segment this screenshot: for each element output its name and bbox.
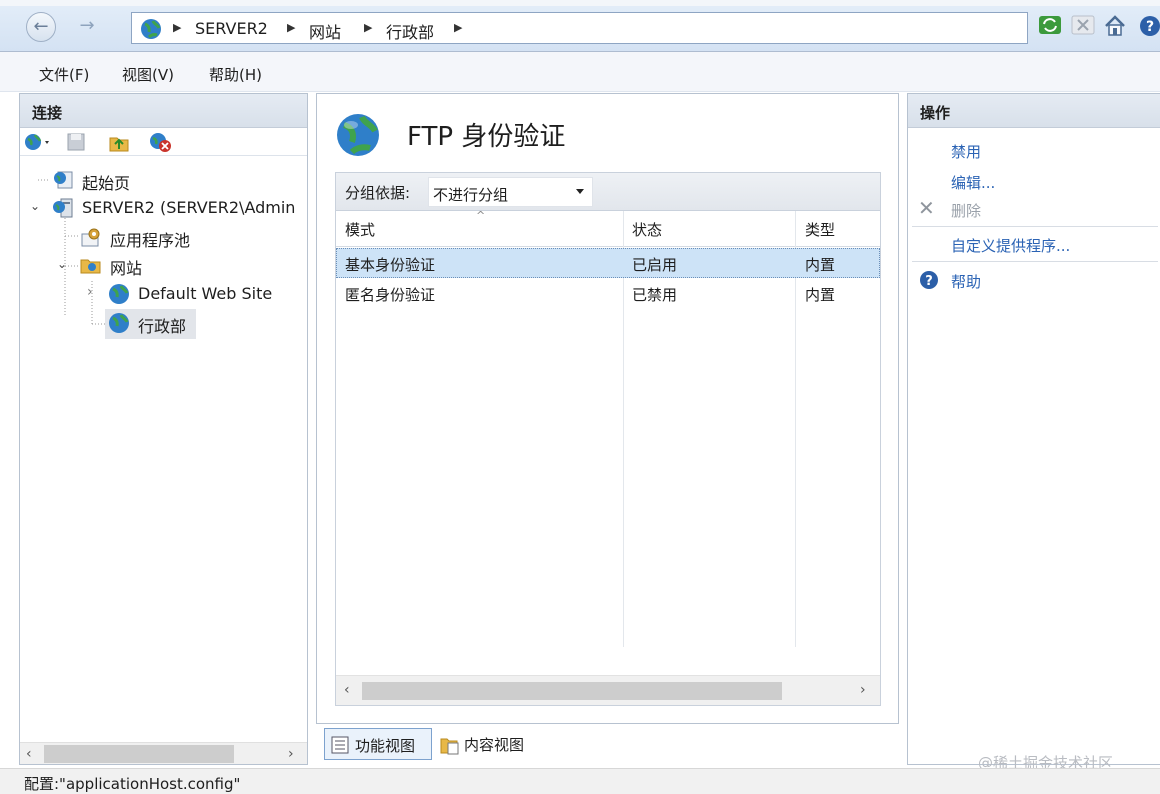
server-icon [52,198,74,222]
status-bar: 配置:"applicationHost.config" [0,768,1160,794]
scroll-left-arrow[interactable]: ‹ [344,682,350,698]
breadcrumb-separator: ▶ [454,21,463,34]
expand-default-site-chevron[interactable]: › [87,284,93,300]
svg-text:?: ? [925,274,933,289]
status-text: 配置:"applicationHost.config" [24,775,241,793]
tab-features-view[interactable]: 功能视图 [324,728,432,760]
help-icon[interactable]: ? [1138,14,1160,38]
tab-features-label: 功能视图 [355,737,416,755]
scroll-thumb[interactable] [362,682,782,700]
group-by-label: 分组依据: [345,184,411,202]
app-pool-icon [80,227,102,251]
group-by-dropdown[interactable]: 不进行分组 [428,177,593,207]
dropdown-caret-icon [576,189,584,194]
action-disable[interactable]: 禁用 [951,141,981,162]
window-top-edge [0,0,1160,6]
sort-caret-icon: ^ [476,209,486,222]
column-headers: ^ 模式 状态 类型 [336,209,880,247]
cell-type: 内置 [805,286,836,304]
tree-item-admin-dept[interactable]: 行政部 [138,313,186,337]
menu-file[interactable]: 文件(F) [39,64,89,85]
delete-x-icon: ✕ [918,196,935,220]
col-status[interactable]: 状态 [632,219,662,240]
menu-bar: 文件(F) 视图(V) 帮助(H) [0,52,1160,92]
view-tabs: 功能视图 内容视图 [316,726,899,764]
breadcrumb-sites[interactable]: 网站 [309,19,341,43]
actions-divider [912,226,1158,227]
svg-text:?: ? [1146,19,1154,35]
cell-type: 内置 [805,256,836,274]
scroll-left-arrow[interactable]: ‹ [26,746,32,762]
tree-item-server[interactable]: SERVER2 (SERVER2\Admin [82,198,295,217]
breadcrumb-separator: ▶ [364,21,373,34]
scroll-right-arrow[interactable]: › [288,746,294,762]
actions-divider [912,261,1158,262]
scroll-right-arrow[interactable]: › [860,682,866,698]
tree-item-app-pools[interactable]: 应用程序池 [110,227,190,251]
default-site-globe-icon [108,283,130,309]
group-by-value: 不进行分组 [433,186,509,204]
cell-mode: 匿名身份验证 [345,286,436,304]
action-edit[interactable]: 编辑... [951,172,995,193]
menu-view[interactable]: 视图(V) [122,64,174,85]
scroll-thumb[interactable] [44,745,234,763]
tree-item-sites[interactable]: 网站 [110,255,142,279]
cell-status: 已禁用 [632,286,678,304]
actions-title: 操作 [908,94,1160,128]
cell-mode: 基本身份验证 [345,256,436,274]
action-custom-providers[interactable]: 自定义提供程序... [951,235,1070,256]
globe-icon [140,18,162,44]
breadcrumb-separator: ▶ [287,21,296,34]
connections-toolbar [20,128,307,156]
forward-button[interactable]: → [72,12,102,42]
ftp-globe-icon [335,112,381,162]
address-bar[interactable]: ▶ SERVER2 ▶ 网站 ▶ 行政部 ▶ [131,12,1028,44]
site-globe-icon [108,312,130,338]
up-folder-icon[interactable] [108,131,130,157]
home-icon[interactable] [1103,14,1129,38]
grid-hscroll[interactable]: ‹ › [336,675,880,705]
breadcrumb-site[interactable]: 行政部 [386,19,434,43]
breadcrumb-separator: ▶ [173,21,182,34]
col-mode[interactable]: 模式 [345,219,375,240]
col-type[interactable]: 类型 [805,219,835,240]
cell-status: 已启用 [632,256,678,274]
connections-hscroll[interactable]: ‹ › [20,742,307,764]
feature-pane: FTP 身份验证 分组依据: 不进行分组 ^ 模式 状态 类型 基本身份验证 已… [316,93,899,724]
content-view-icon [440,735,460,759]
tree-item-default-web-site[interactable]: Default Web Site [138,284,272,303]
expand-server-chevron[interactable]: ⌄ [30,199,40,213]
connections-title: 连接 [20,94,307,128]
table-row[interactable]: 基本身份验证 已启用 内置 [336,248,880,278]
auth-grid: 分组依据: 不进行分组 ^ 模式 状态 类型 基本身份验证 已启用 内置 匿名身… [335,172,881,706]
breadcrumb-server[interactable]: SERVER2 [195,19,268,38]
group-bar: 分组依据: 不进行分组 [336,173,880,211]
connections-pane: 连接 起始页 ⌄ SERVER2 (SERVER2\Admin 应用程序池 ⌄ … [19,93,308,765]
expand-sites-chevron[interactable]: ⌄ [57,257,67,271]
actions-pane: 操作 禁用 编辑... ✕ 删除 自定义提供程序... ? 帮助 [907,93,1160,765]
stop-icon[interactable] [1071,14,1097,38]
back-button[interactable]: ← [26,12,56,42]
tree-item-start-page[interactable]: 起始页 [82,170,130,194]
action-help[interactable]: 帮助 [951,271,981,292]
feature-title: FTP 身份验证 [407,122,566,152]
start-page-icon [52,170,74,194]
sites-folder-icon [80,255,102,279]
connect-globe-icon[interactable] [24,132,54,156]
action-delete[interactable]: 删除 [951,200,981,221]
tab-content-label: 内容视图 [464,736,525,754]
disconnect-icon[interactable] [148,131,172,157]
help-circle-icon: ? [919,270,939,294]
address-toolbar: ← → ▶ SERVER2 ▶ 网站 ▶ 行政部 ▶ ? [0,0,1160,52]
refresh-icon[interactable] [1038,14,1064,38]
tab-content-view[interactable]: 内容视图 [434,728,544,760]
table-row[interactable]: 匿名身份验证 已禁用 内置 [336,279,880,309]
menu-help[interactable]: 帮助(H) [209,64,262,85]
features-view-icon [331,736,349,758]
save-icon[interactable] [66,132,86,156]
